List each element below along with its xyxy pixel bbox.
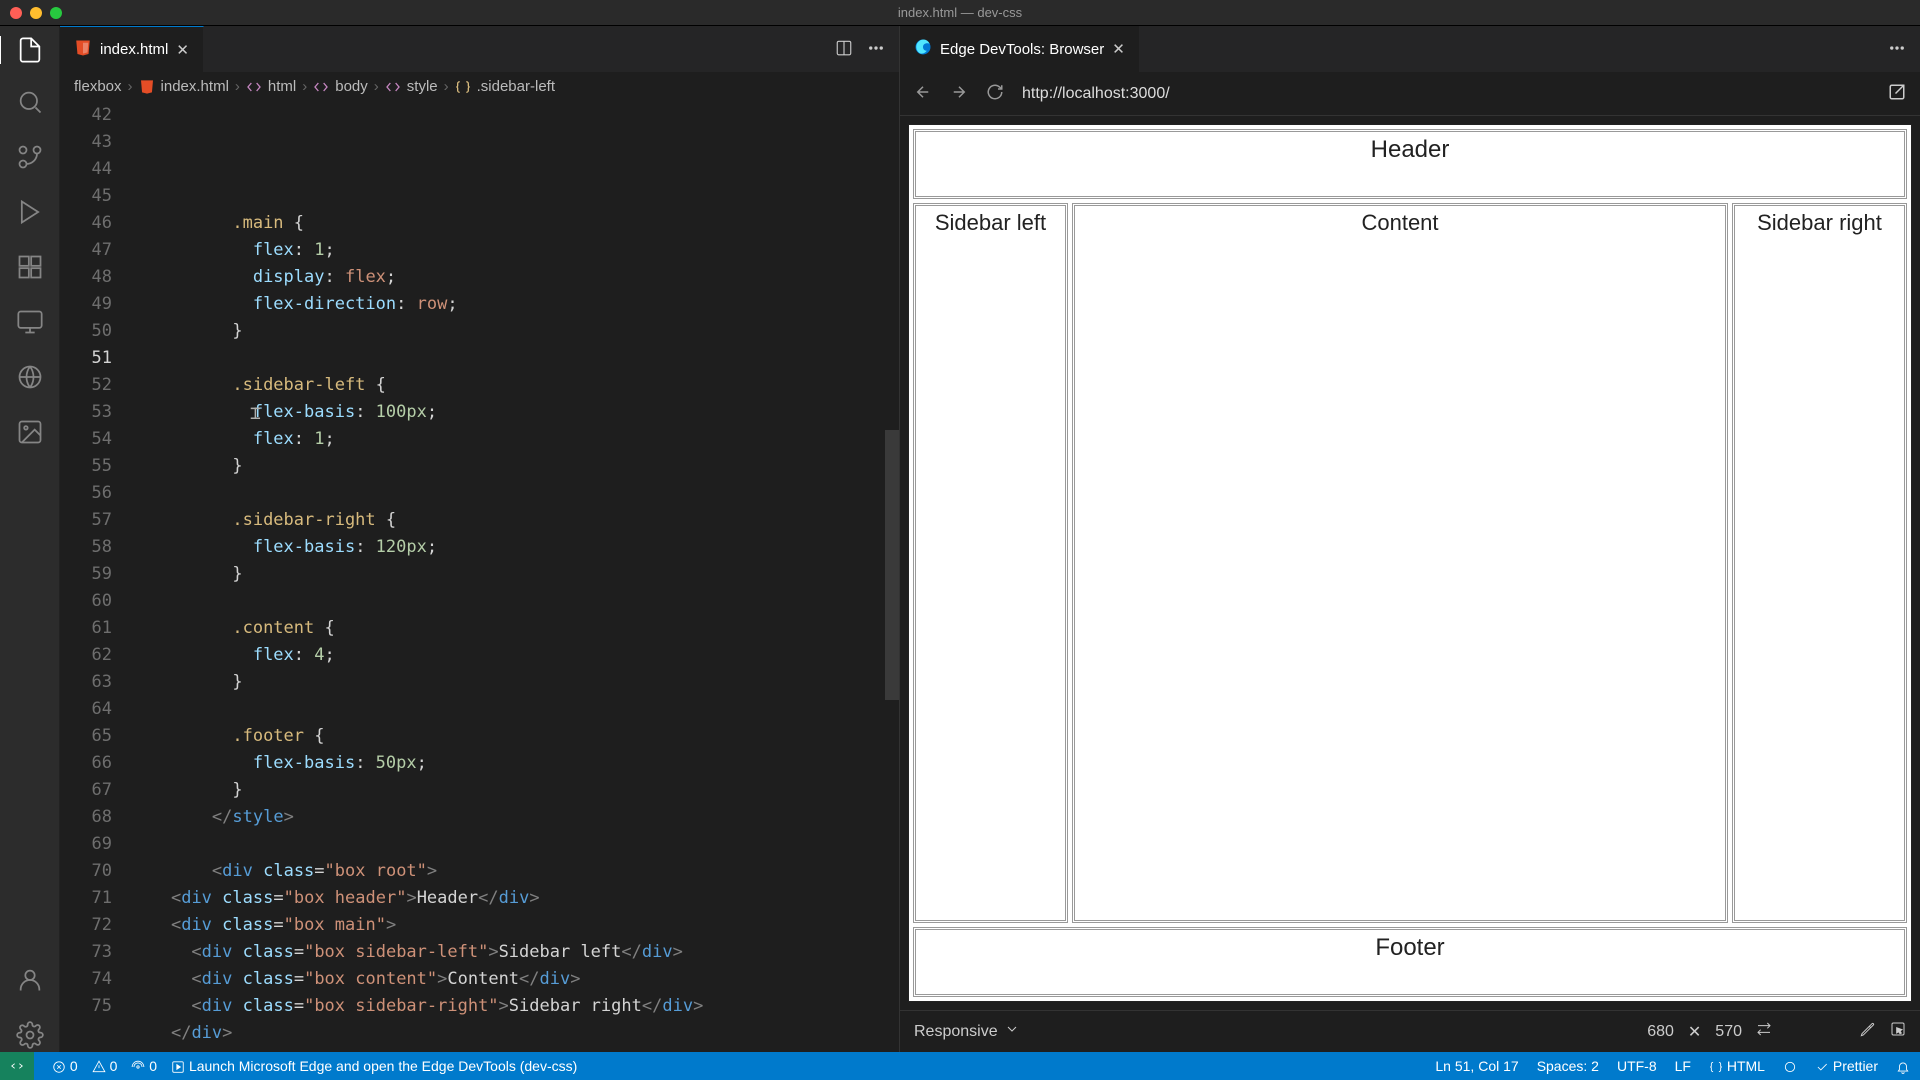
go-live-icon[interactable]: [1783, 1058, 1797, 1074]
reload-icon[interactable]: [986, 83, 1004, 104]
more-actions-icon[interactable]: [867, 39, 885, 60]
viewport-height[interactable]: 570: [1715, 1023, 1742, 1041]
open-external-icon[interactable]: [1888, 83, 1906, 104]
text-cursor-icon: ⌶: [250, 400, 261, 427]
breadcrumbs[interactable]: flexbox› index.html› html› body› style› …: [60, 72, 899, 100]
explorer-icon[interactable]: [0, 36, 58, 64]
tab-index-html[interactable]: index.html ✕: [60, 26, 204, 72]
remote-explorer-icon[interactable]: [16, 308, 44, 339]
run-debug-icon[interactable]: [16, 198, 44, 229]
browser-preview: Header Sidebar left Content Sidebar righ…: [900, 116, 1920, 1010]
macos-titlebar: index.html — dev-css: [0, 0, 1920, 26]
search-icon[interactable]: [16, 88, 44, 119]
image-preview-icon[interactable]: [16, 418, 44, 449]
launch-edge-button[interactable]: Launch Microsoft Edge and open the Edge …: [171, 1058, 577, 1074]
css-rule-icon: [455, 77, 471, 94]
responsive-dropdown[interactable]: Responsive: [914, 1021, 1020, 1042]
cursor-position[interactable]: Ln 51, Col 17: [1435, 1058, 1518, 1074]
chevron-down-icon: [1004, 1021, 1020, 1042]
eol[interactable]: LF: [1675, 1058, 1691, 1074]
split-editor-icon[interactable]: [835, 39, 853, 60]
viewport-width[interactable]: 680: [1647, 1023, 1674, 1041]
swap-dimensions-icon[interactable]: [1756, 1021, 1772, 1042]
breadcrumb-item[interactable]: style: [407, 78, 438, 95]
errors-count[interactable]: 0: [52, 1058, 78, 1074]
line-numbers-gutter: 4243444546474849505152535455565758596061…: [60, 100, 130, 1052]
breadcrumb-item[interactable]: .sidebar-left: [477, 78, 555, 95]
code-block-icon: [313, 77, 329, 94]
language-mode[interactable]: HTML: [1709, 1058, 1765, 1074]
warnings-count[interactable]: 0: [92, 1058, 118, 1074]
breadcrumb-item[interactable]: html: [268, 78, 296, 95]
devtools-toolbar: http://localhost:3000/: [900, 72, 1920, 116]
html-file-icon: [74, 39, 92, 61]
indentation[interactable]: Spaces: 2: [1537, 1058, 1599, 1074]
maximize-window-button[interactable]: [50, 7, 62, 19]
edge-browser-icon: [914, 38, 932, 60]
tab-label: index.html: [100, 41, 168, 58]
dimension-separator-icon: ✕: [1688, 1022, 1701, 1042]
tab-label: Edge DevTools: Browser: [940, 41, 1104, 58]
tab-edge-devtools[interactable]: Edge DevTools: Browser ✕: [900, 26, 1140, 72]
breadcrumb-item[interactable]: flexbox: [74, 78, 122, 95]
code-editor[interactable]: 4243444546474849505152535455565758596061…: [60, 100, 899, 1052]
breadcrumb-item[interactable]: index.html: [161, 78, 229, 95]
notifications-bell-icon[interactable]: [1896, 1058, 1910, 1074]
back-icon[interactable]: [914, 83, 932, 104]
preview-sidebar-left: Sidebar left: [913, 203, 1068, 923]
url-bar[interactable]: http://localhost:3000/: [1022, 85, 1870, 103]
forward-icon[interactable]: [950, 83, 968, 104]
encoding[interactable]: UTF-8: [1617, 1058, 1657, 1074]
code-content[interactable]: .main { flex: 1; display: flex; flex-dir…: [130, 100, 899, 1052]
inspect-element-icon[interactable]: [1890, 1021, 1906, 1042]
html-file-icon: [139, 77, 155, 94]
preview-main: Sidebar left Content Sidebar right: [911, 201, 1909, 925]
breadcrumb-item[interactable]: body: [335, 78, 368, 95]
more-actions-icon[interactable]: [1888, 39, 1906, 60]
remote-indicator[interactable]: [0, 1052, 34, 1080]
status-bar: 0 0 0 Launch Microsoft Edge and open the…: [0, 1052, 1920, 1080]
eyedropper-icon[interactable]: [1860, 1021, 1876, 1042]
activity-bar: [0, 26, 60, 1052]
settings-gear-icon[interactable]: [16, 1021, 44, 1052]
edge-tools-icon[interactable]: [16, 363, 44, 394]
editor-tabs: index.html ✕: [60, 26, 899, 72]
minimize-window-button[interactable]: [30, 7, 42, 19]
preview-sidebar-right: Sidebar right: [1732, 203, 1907, 923]
account-icon[interactable]: [16, 966, 44, 997]
devtools-footer: Responsive 680 ✕ 570: [900, 1010, 1920, 1052]
close-tab-icon[interactable]: ✕: [176, 41, 189, 59]
code-block-icon: [246, 77, 262, 94]
code-block-icon: [385, 77, 401, 94]
extensions-icon[interactable]: [16, 253, 44, 284]
preview-header: Header: [913, 129, 1907, 199]
scrollbar-thumb[interactable]: [885, 430, 899, 700]
prettier-status[interactable]: Prettier: [1815, 1058, 1878, 1074]
window-title: index.html — dev-css: [898, 5, 1022, 20]
close-window-button[interactable]: [10, 7, 22, 19]
preview-root: Header Sidebar left Content Sidebar righ…: [908, 124, 1912, 1002]
preview-content: Content: [1072, 203, 1728, 923]
close-tab-icon[interactable]: ✕: [1112, 40, 1125, 58]
source-control-icon[interactable]: [16, 143, 44, 174]
preview-footer: Footer: [913, 927, 1907, 997]
port-forward[interactable]: 0: [131, 1058, 157, 1074]
